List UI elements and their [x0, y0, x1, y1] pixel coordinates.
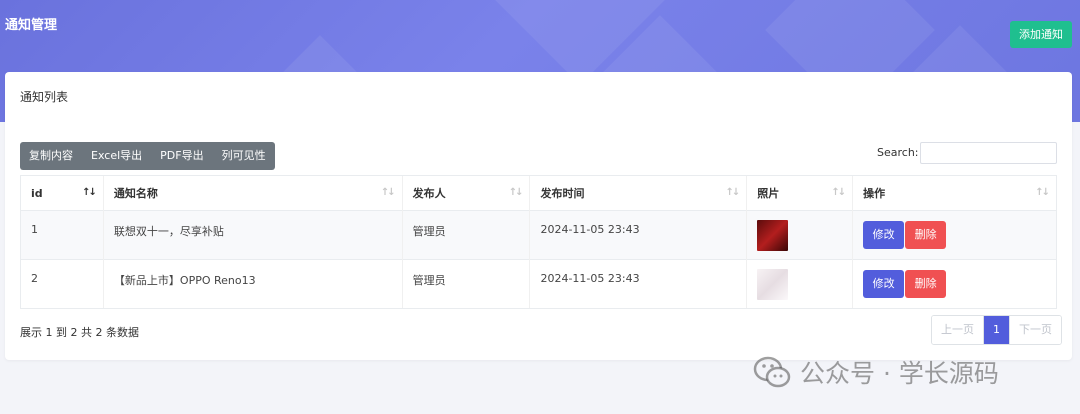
notice-table: id ↑↓ 通知名称 ↑↓ 发布人 ↑↓ 发布时间 ↑↓ 照片 ↑↓ 操作 ↑↓ 1 联想双… — [20, 175, 1057, 309]
table-row: 1 联想双十一，尽享补贴 管理员 2024-11-05 23:43 修改 删除 — [20, 210, 1057, 260]
watermark: 公众号 · 学长源码 — [752, 352, 999, 392]
next-page-button[interactable]: 下一页 — [1009, 316, 1061, 344]
cell-photo — [746, 210, 853, 260]
edit-button[interactable]: 修改 — [863, 270, 905, 298]
column-label: 操作 — [863, 187, 886, 200]
cell-id: 1 — [20, 210, 104, 260]
cell-name: 【新品上市】OPPO Reno13 — [102, 259, 403, 309]
table-row: 2 【新品上市】OPPO Reno13 管理员 2024-11-05 23:43… — [20, 259, 1057, 309]
prev-page-button[interactable]: 上一页 — [932, 316, 983, 344]
export-button-group: 复制内容 Excel导出 PDF导出 列可见性 — [20, 142, 275, 170]
add-notice-button[interactable]: 添加通知 — [1010, 21, 1072, 48]
sort-icon: ↑↓ — [831, 187, 846, 198]
delete-button[interactable]: 删除 — [905, 270, 947, 298]
watermark-text: 公众号 · 学长源码 — [800, 359, 999, 388]
table-header-row: id ↑↓ 通知名称 ↑↓ 发布人 ↑↓ 发布时间 ↑↓ 照片 ↑↓ 操作 ↑↓ — [20, 175, 1057, 211]
delete-button[interactable]: 删除 — [905, 221, 947, 249]
page-title: 通知管理 — [5, 18, 58, 33]
product-thumbnail[interactable] — [757, 268, 789, 300]
card-title: 通知列表 — [20, 90, 69, 104]
cell-photo — [746, 259, 853, 309]
notice-list-card: 通知列表 复制内容 Excel导出 PDF导出 列可见性 Search: id ↑… — [5, 72, 1072, 360]
cell-time: 2024-11-05 23:43 — [529, 210, 747, 260]
cell-publisher: 管理员 — [401, 210, 530, 260]
cell-id: 2 — [20, 259, 104, 309]
column-header-photo[interactable]: 照片 ↑↓ — [746, 175, 853, 211]
cell-publisher: 管理员 — [401, 259, 530, 309]
copy-button[interactable]: 复制内容 — [20, 142, 82, 170]
cell-actions: 修改 删除 — [852, 210, 1057, 260]
column-header-actions[interactable]: 操作 ↑↓ — [852, 175, 1057, 211]
column-header-publisher[interactable]: 发布人 ↑↓ — [401, 175, 530, 211]
column-header-name[interactable]: 通知名称 ↑↓ — [102, 175, 403, 211]
search-input[interactable] — [920, 142, 1057, 164]
cell-name: 联想双十一，尽享补贴 — [102, 210, 403, 260]
sort-icon: ↑↓ — [1035, 187, 1050, 198]
page-1-button[interactable]: 1 — [983, 316, 1009, 344]
sort-icon: ↑↓ — [508, 187, 524, 198]
wechat-icon — [753, 356, 791, 388]
product-thumbnail[interactable] — [757, 219, 789, 251]
column-label: 通知名称 — [113, 187, 158, 200]
column-header-id[interactable]: id ↑↓ — [20, 175, 104, 211]
pdf-export-button[interactable]: PDF导出 — [151, 142, 212, 170]
cell-actions: 修改 删除 — [852, 259, 1057, 309]
column-label: id — [31, 186, 43, 200]
edit-button[interactable]: 修改 — [863, 221, 905, 249]
column-label: 发布人 — [412, 187, 446, 200]
column-header-time[interactable]: 发布时间 ↑↓ — [529, 175, 747, 211]
search-label: Search: — [877, 146, 919, 159]
column-label: 照片 — [757, 187, 780, 200]
sort-asc-icon: ↑↓ — [82, 187, 97, 198]
column-visibility-button[interactable]: 列可见性 — [213, 142, 275, 170]
pagination: 上一页 1 下一页 — [931, 315, 1062, 345]
sort-icon: ↑↓ — [725, 187, 740, 198]
sort-icon: ↑↓ — [380, 187, 396, 198]
column-label: 发布时间 — [540, 187, 585, 200]
cell-time: 2024-11-05 23:43 — [529, 259, 747, 309]
table-info: 展示 1 到 2 共 2 条数据 — [20, 326, 139, 339]
excel-export-button[interactable]: Excel导出 — [82, 142, 151, 170]
